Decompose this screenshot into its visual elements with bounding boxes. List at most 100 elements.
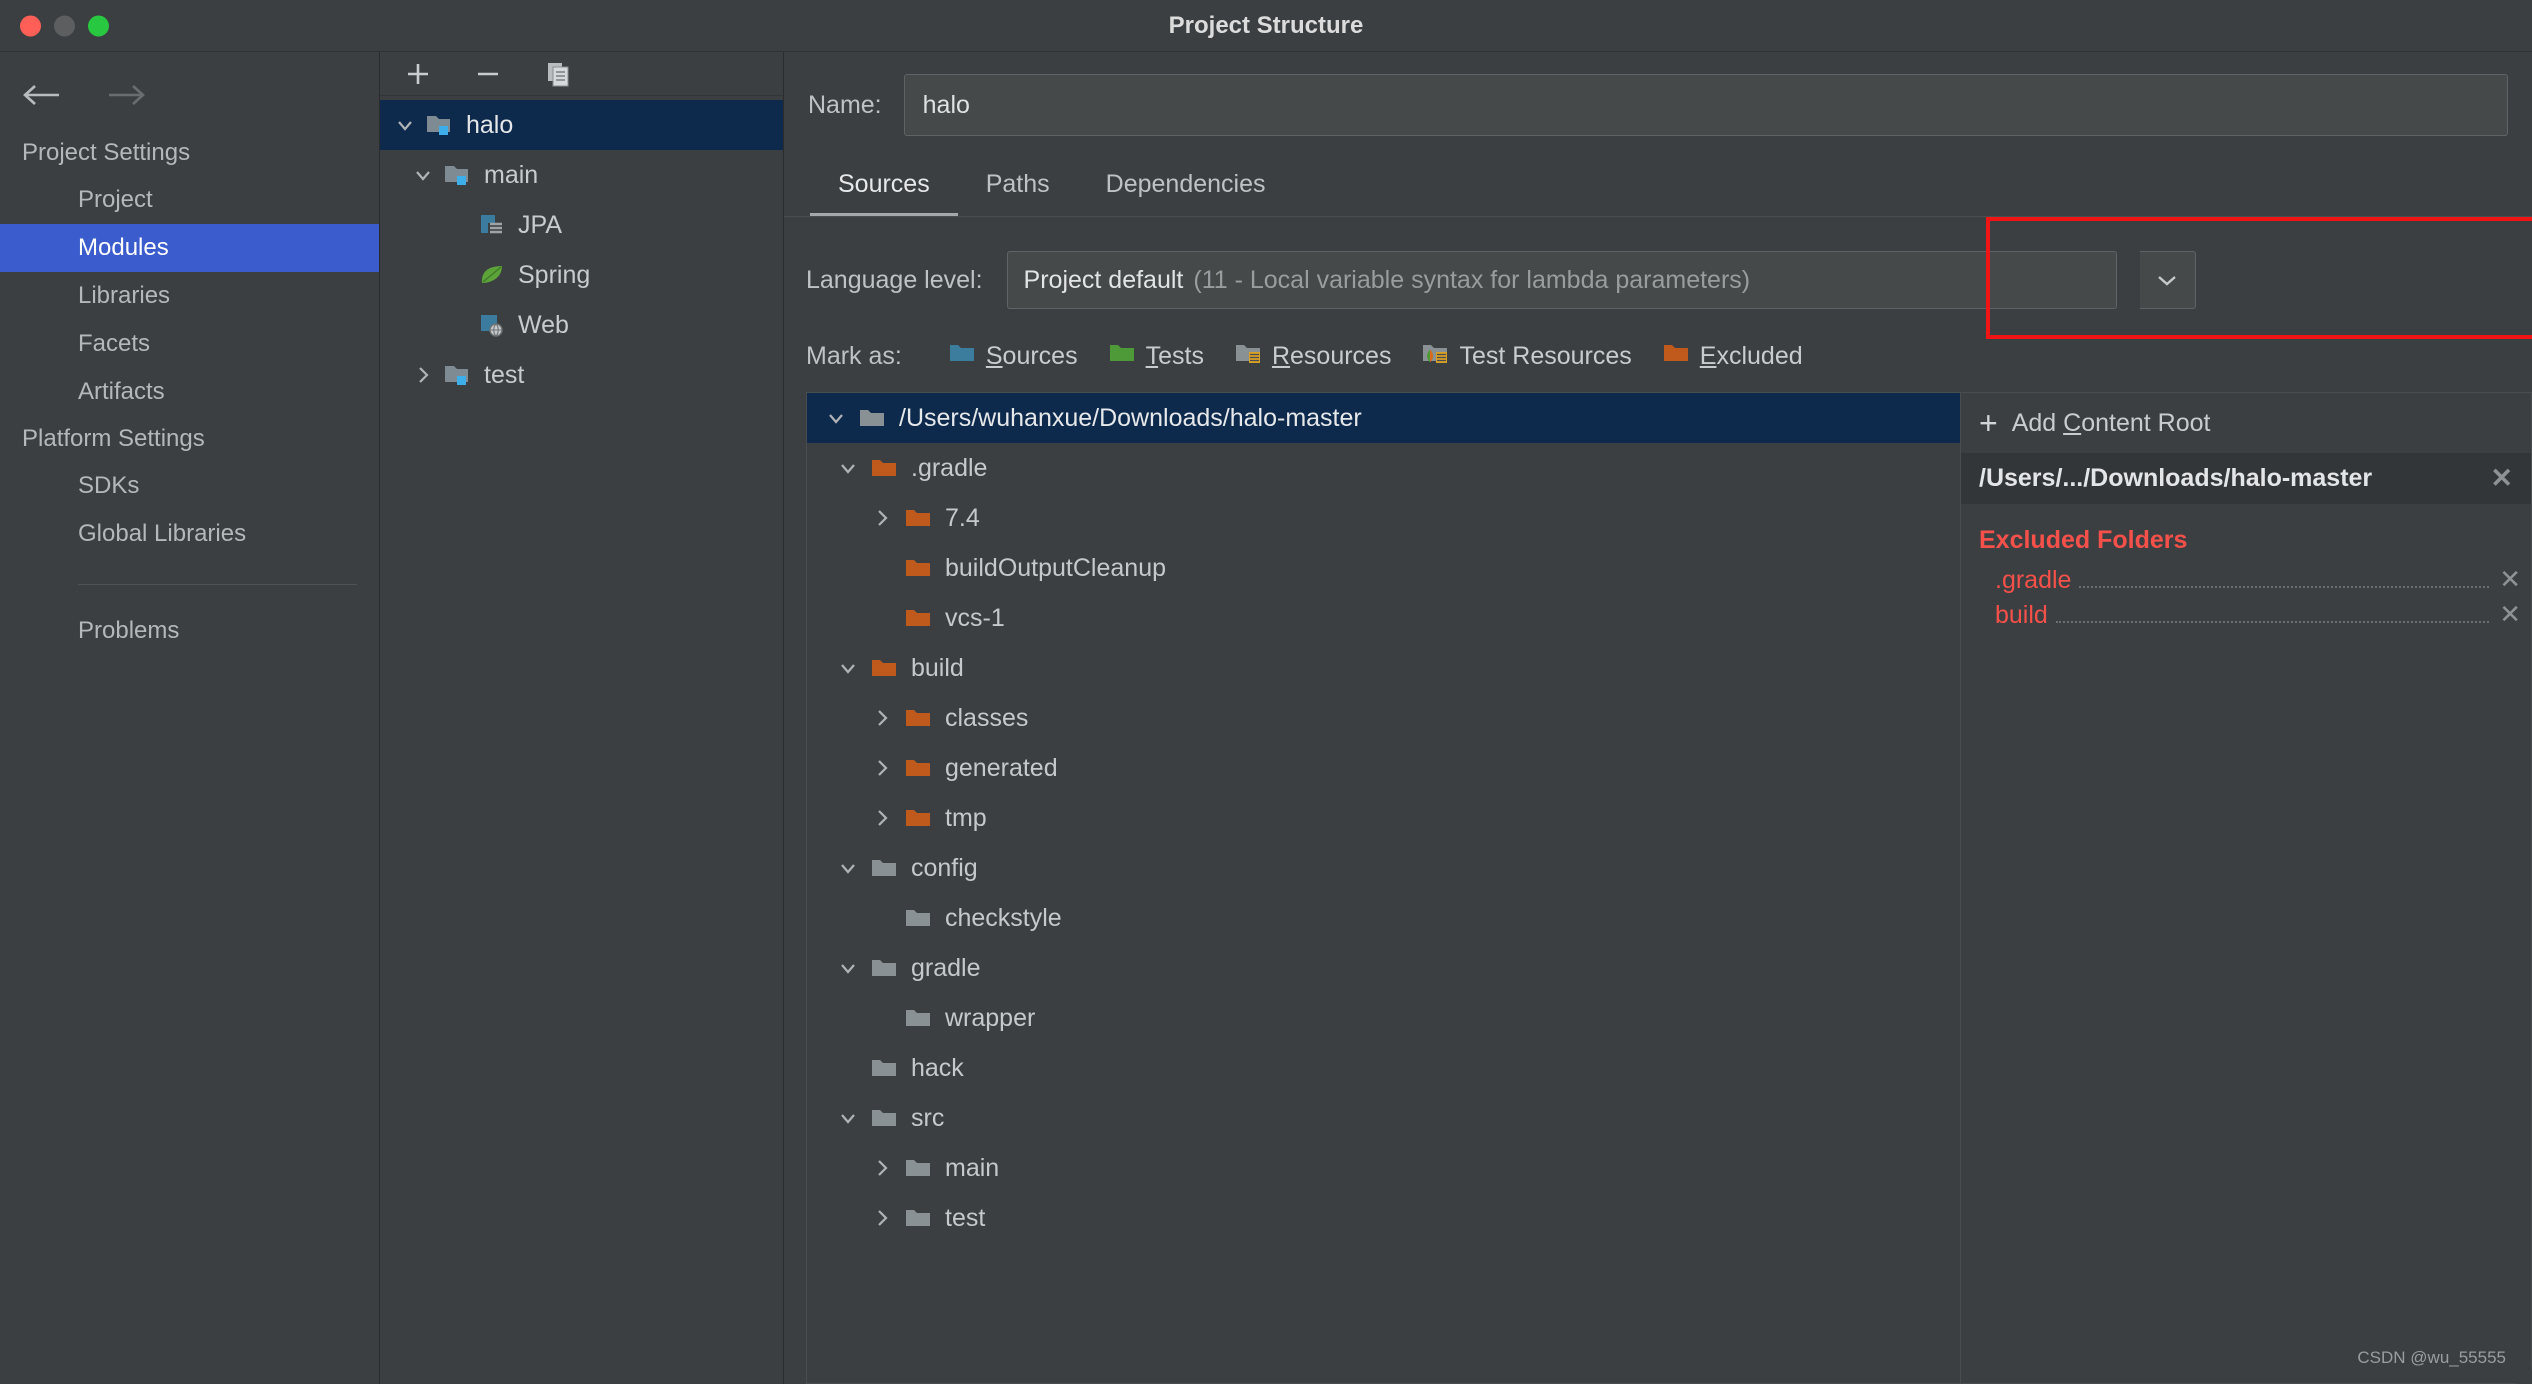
module-tree-row-test[interactable]: test [380,350,783,400]
forward-arrow-icon[interactable] [104,78,146,112]
file-tree-row-build[interactable]: build [807,643,1960,693]
file-tree-row-config[interactable]: config [807,843,1960,893]
sidebar-item-project[interactable]: Project [0,176,379,224]
chevron-right-icon[interactable] [406,364,440,386]
mark-as-label: Mark as: [806,342,902,370]
file-tree-label: buildOutputCleanup [945,553,1166,582]
remove-content-root-icon[interactable]: ✕ [2478,465,2513,492]
mark-as-tests-button[interactable]: Tests [1108,341,1204,372]
window-body: Project Settings Project Modules Librari… [0,52,2532,1384]
file-tree-row-vcs-1[interactable]: vcs-1 [807,593,1960,643]
sidebar-item-modules[interactable]: Modules [0,224,379,272]
file-tree-row-gradle-dir[interactable]: gradle [807,943,1960,993]
file-tree-row-hack[interactable]: hack [807,1043,1960,1093]
file-tree-label: main [945,1153,1000,1182]
language-level-row: Language level: Project default (11 - Lo… [806,251,2508,309]
chevron-down-icon[interactable] [829,1107,867,1129]
excluded-folder-row-gradle[interactable]: .gradle ✕ [1961,563,2531,598]
remove-module-button[interactable] [472,58,504,90]
sidebar-group-platform-settings: Platform Settings [22,425,205,452]
file-tree-label: gradle [911,953,981,982]
add-module-button[interactable] [402,58,434,90]
chevron-down-icon[interactable] [388,114,422,136]
file-tree-row-generated[interactable]: generated [807,743,1960,793]
module-tree-row-web[interactable]: Web [380,300,783,350]
add-content-root-mnemonic: C [2063,408,2082,437]
module-tree-label: JPA [518,210,562,239]
module-tree-row-main[interactable]: main [380,150,783,200]
file-tree-label: config [911,853,978,882]
file-tree-row-buildoutputcleanup[interactable]: buildOutputCleanup [807,543,1960,593]
folder-icon-gray [855,406,889,430]
module-list-panel: halo main JPA Spring Web test [380,52,784,1384]
chevron-right-icon[interactable] [863,507,901,529]
excluded-folder-name: .gradle [1995,566,2072,594]
tab-sources[interactable]: Sources [810,160,958,216]
file-tree-row-checkstyle[interactable]: checkstyle [807,893,1960,943]
chevron-right-icon[interactable] [863,1207,901,1229]
chevron-down-icon[interactable] [829,957,867,979]
folder-icon-orange [901,556,935,580]
tab-dependencies[interactable]: Dependencies [1078,160,1294,216]
add-content-root-label-before: Add [2011,408,2064,437]
module-name-input[interactable] [903,74,2508,136]
chevron-right-icon[interactable] [863,707,901,729]
remove-excluded-folder-icon[interactable]: ✕ [2499,566,2521,592]
mark-as-sources-button[interactable]: Sources [948,341,1078,372]
module-tree-row-jpa[interactable]: JPA [380,200,783,250]
file-tree-row-tmp[interactable]: tmp [807,793,1960,843]
file-tree-row-root[interactable]: /Users/wuhanxue/Downloads/halo-master [807,393,1960,443]
folder-icon-gray [867,956,901,980]
file-tree-row-src-test[interactable]: test [807,1193,1960,1243]
back-arrow-icon[interactable] [22,78,64,112]
file-tree-row-gradle[interactable]: .gradle [807,443,1960,493]
sidebar-item-libraries[interactable]: Libraries [0,272,379,320]
module-tree-row-halo[interactable]: halo [380,100,783,150]
file-tree-row-7-4[interactable]: 7.4 [807,493,1960,543]
mark-as-excluded-button[interactable]: Excluded [1662,341,1803,372]
chevron-down-icon[interactable] [2139,251,2196,309]
file-tree-row-wrapper[interactable]: wrapper [807,993,1960,1043]
file-tree-row-src-main[interactable]: main [807,1143,1960,1193]
sidebar-item-facets[interactable]: Facets [0,320,379,368]
chevron-down-icon[interactable] [829,457,867,479]
chevron-right-icon[interactable] [863,807,901,829]
chevron-right-icon[interactable] [863,1157,901,1179]
sidebar-item-problems[interactable]: Problems [0,607,379,655]
file-tree-row-src[interactable]: src [807,1093,1960,1143]
chevron-right-icon[interactable] [863,757,901,779]
file-tree-row-classes[interactable]: classes [807,693,1960,743]
excluded-folder-name: build [1995,601,2048,629]
file-tree-label: generated [945,753,1058,782]
resources-folder-icon [1234,341,1262,372]
sidebar-item-global-libraries[interactable]: Global Libraries [0,510,379,558]
sidebar-item-artifacts[interactable]: Artifacts [0,368,379,416]
chevron-down-icon[interactable] [829,857,867,879]
file-tree-label: test [945,1203,986,1232]
language-level-combobox[interactable]: Project default (11 - Local variable syn… [1006,251,2117,309]
chevron-down-icon[interactable] [406,164,440,186]
test-resources-folder-icon [1421,341,1449,372]
folder-icon-gray [867,1056,901,1080]
add-content-root-button[interactable]: + Add Content Root [1961,393,2531,453]
mark-as-test-resources-button[interactable]: Test Resources [1421,341,1632,372]
remove-excluded-folder-icon[interactable]: ✕ [2499,601,2521,627]
module-tree-row-spring[interactable]: Spring [380,250,783,300]
leader-dots [2079,586,2490,588]
chevron-down-icon[interactable] [829,657,867,679]
settings-sidebar: Project Settings Project Modules Librari… [0,52,380,1384]
sidebar-divider [78,584,357,585]
file-tree-label: tmp [945,803,987,832]
mark-as-resources-button[interactable]: Resources [1234,341,1391,372]
sidebar-item-sdks[interactable]: SDKs [0,462,379,510]
excluded-folder-row-build[interactable]: build ✕ [1961,598,2531,633]
chevron-down-icon[interactable] [817,407,855,429]
folder-icon-gray [901,1156,935,1180]
module-tree-label: main [484,160,539,189]
content-root-header[interactable]: /Users/.../Downloads/halo-master ✕ [1961,453,2531,504]
folder-icon-gray [901,1206,935,1230]
mark-as-test-resources-label: Test Resources [1459,342,1632,370]
file-tree-label: src [911,1103,945,1132]
tab-paths[interactable]: Paths [958,160,1078,216]
copy-module-button[interactable] [542,58,574,90]
